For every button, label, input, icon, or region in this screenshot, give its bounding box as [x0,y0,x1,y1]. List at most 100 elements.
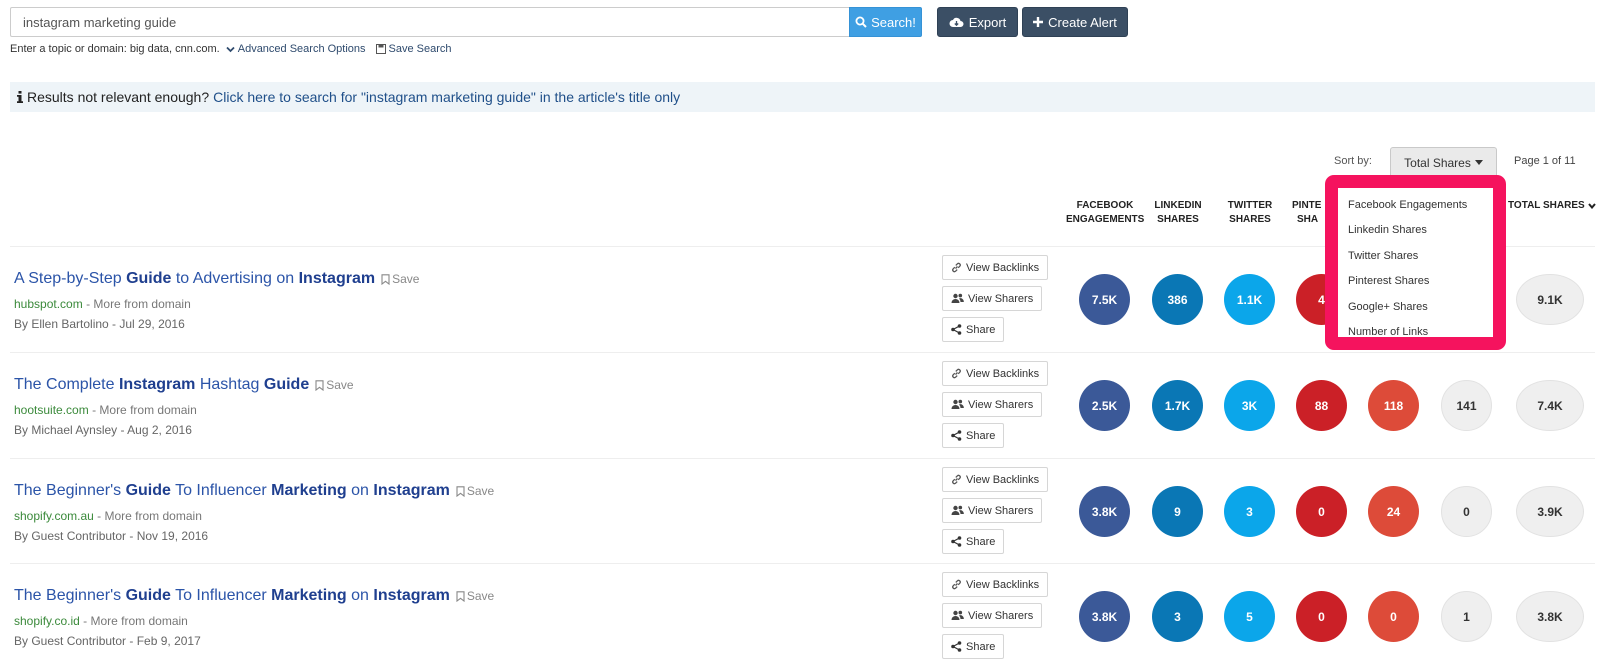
share-label: Share [966,535,996,548]
advanced-search-link[interactable]: Advanced Search Options [226,43,366,55]
view-backlinks-button[interactable]: View Backlinks [942,572,1049,597]
facebook-engagements-count: 7.5K [1079,274,1130,325]
users-icon [951,399,964,409]
title-text: The Beginner's [14,587,126,604]
chevron-down-icon [1587,203,1596,209]
row-divider [10,563,1595,564]
search-button[interactable]: Search! [849,7,922,37]
col-header-total[interactable]: TOTAL SHARES [1508,199,1596,213]
title-text: Hashtag [195,376,264,393]
col-header-twitter[interactable]: TWITTER SHARES [1219,199,1281,227]
view-backlinks-button[interactable]: View Backlinks [942,467,1049,492]
save-article-button[interactable]: Save [381,272,419,286]
link-icon [952,474,961,485]
save-article-button[interactable]: Save [456,484,494,498]
save-article-button[interactable]: Save [456,589,494,603]
title-keyword: Instagram [373,587,450,604]
col-header-facebook[interactable]: FACEBOOK ENGAGEMENTS [1066,199,1144,227]
title-keyword: Marketing [271,587,347,604]
view-sharers-button[interactable]: View Sharers [942,498,1043,523]
domain-link[interactable]: shopify.co.id [14,614,80,628]
save-label: Save [392,272,420,286]
total-shares-count: 3.8K [1516,591,1584,642]
share-button[interactable]: Share [942,529,1005,554]
domain-link[interactable]: shopify.com.au [14,509,94,523]
view-backlinks-label: View Backlinks [966,261,1040,274]
title-keyword: Instagram [118,376,196,393]
col-header-facebook-line1: FACEBOOK [1076,200,1134,211]
link-icon [952,368,961,379]
more-from-domain-link[interactable]: - More from domain [92,403,197,417]
author-date: By Michael Aynsley - Aug 2, 2016 [14,423,192,437]
article-title-link[interactable]: The Complete Instagram Hashtag Guide Sav… [14,376,354,394]
view-sharers-button[interactable]: View Sharers [942,286,1043,311]
title-text: The Complete [14,376,119,393]
total-shares-count: 7.4K [1516,380,1584,431]
title-text: on [346,587,374,604]
col-header-twitter-line1: TWITTER [1227,200,1273,211]
linkedin-shares-count: 386 [1152,274,1203,325]
row-divider [10,458,1595,459]
title-keyword: Instagram [373,482,450,499]
sort-dropdown-button[interactable]: Total Shares [1390,147,1497,177]
view-sharers-label: View Sharers [968,609,1034,622]
search-button-label: Search! [871,14,916,30]
col-header-linkedin[interactable]: LINKEDIN SHARES [1147,199,1209,227]
sort-dropdown-menu: Facebook Engagements Linkedin Shares Twi… [1325,175,1506,350]
search-input[interactable] [10,7,850,37]
title-keyword: Marketing [271,482,347,499]
view-backlinks-button[interactable]: View Backlinks [942,255,1049,280]
sort-selected-label: Total Shares [1404,155,1471,170]
title-keyword: Guide [126,270,172,287]
save-article-button[interactable]: Save [315,378,354,392]
title-text: on [346,482,374,499]
banner-prefix: Results not relevant enough? [27,89,210,105]
export-button[interactable]: Export [937,7,1018,37]
article-title-link[interactable]: A Step-by-Step Guide to Advertising on I… [14,270,419,288]
facebook-engagements-count: 3.8K [1079,591,1130,642]
title-text: To Influencer [170,482,272,499]
sort-option-links[interactable]: Number of Links [1348,320,1483,346]
share-icon [951,536,962,547]
linkedin-shares-count: 9 [1152,486,1203,537]
col-header-linkedin-line2: SHARES [1157,214,1199,225]
col-header-linkedin-line1: LINKEDIN [1154,200,1202,211]
more-from-domain-link[interactable]: - More from domain [86,297,191,311]
title-keyword: Guide [125,587,171,604]
domain-link[interactable]: hubspot.com [14,297,83,311]
domain-line: hootsuite.com - More from domain [14,403,197,417]
sort-option-twitter[interactable]: Twitter Shares [1348,243,1483,269]
title-only-search-link[interactable]: Click here to search for "instagram mark… [213,89,680,105]
view-sharers-button[interactable]: View Sharers [942,392,1043,417]
view-backlinks-label: View Backlinks [966,473,1040,486]
save-label: Save [466,484,495,498]
twitter-shares-count: 1.1K [1224,274,1275,325]
total-shares-count: 3.9K [1516,486,1584,537]
sort-option-facebook[interactable]: Facebook Engagements [1348,192,1483,218]
view-sharers-button[interactable]: View Sharers [942,603,1043,628]
domain-link[interactable]: hootsuite.com [14,403,89,417]
share-label: Share [966,323,996,336]
share-button[interactable]: Share [942,317,1005,342]
article-title-link[interactable]: The Beginner's Guide To Influencer Marke… [14,587,494,605]
sort-option-googleplus[interactable]: Google+ Shares [1348,294,1483,320]
view-backlinks-button[interactable]: View Backlinks [942,361,1049,386]
more-from-domain-link[interactable]: - More from domain [97,509,202,523]
share-button[interactable]: Share [942,634,1005,659]
pinterest-shares-count: 88 [1296,380,1347,431]
col-header-total-label: TOTAL SHARES [1508,200,1585,211]
more-from-domain-link[interactable]: - More from domain [83,614,188,628]
domain-line: shopify.com.au - More from domain [14,509,202,523]
sort-option-pinterest[interactable]: Pinterest Shares [1348,269,1483,295]
link-icon [952,262,961,273]
article-title-link[interactable]: The Beginner's Guide To Influencer Marke… [14,482,494,500]
sort-option-linkedin[interactable]: Linkedin Shares [1348,218,1483,244]
pinterest-shares-count: 0 [1296,591,1347,642]
save-search-link[interactable]: Save Search [375,43,452,55]
share-button[interactable]: Share [942,423,1005,448]
relevance-banner: Results not relevant enough? Click here … [10,82,1595,112]
total-shares-count: 9.1K [1516,274,1584,325]
domain-line: hubspot.com - More from domain [14,297,191,311]
create-alert-button[interactable]: Create Alert [1022,7,1128,37]
number-of-links-count: 1 [1441,591,1492,642]
